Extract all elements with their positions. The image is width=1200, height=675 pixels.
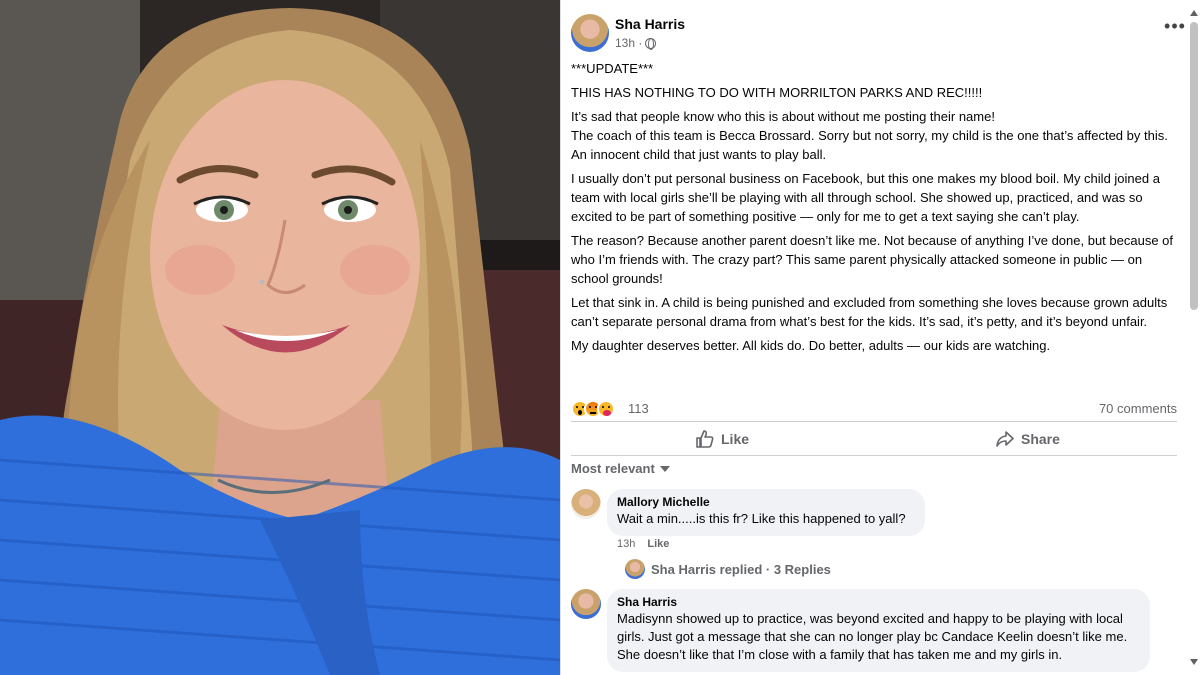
share-icon <box>996 431 1014 447</box>
like-label: Like <box>721 431 750 447</box>
share-button[interactable]: Share <box>995 423 1060 455</box>
comment-bubble: Sha Harris Madisynn showed up to practic… <box>607 589 1150 672</box>
author-avatar[interactable] <box>571 14 609 52</box>
post-paragraph: THIS HAS NOTHING TO DO WITH MORRILTON PA… <box>571 85 983 100</box>
photo-illustration <box>0 0 560 675</box>
globe-icon <box>645 37 657 50</box>
comment-time[interactable]: 13h <box>617 538 635 550</box>
post-paragraph: It’s sad that people know who this is ab… <box>571 109 1168 162</box>
more-options-button[interactable]: ••• <box>1161 17 1189 38</box>
facebook-post: Sha Harris 13h · ••• ***UPDATE*** THIS H… <box>560 0 1200 675</box>
comment-like-button[interactable]: Like <box>647 538 669 550</box>
post-actions: Like Share <box>571 423 1177 455</box>
reactions-bar: 113 70 comments <box>571 399 1177 419</box>
reaction-icons[interactable] <box>571 400 615 418</box>
selfie-photo[interactable] <box>0 0 560 675</box>
scroll-up-arrow-icon[interactable] <box>1190 10 1198 16</box>
comment-text: Wait a min.....is this fr? Like this hap… <box>617 511 906 526</box>
comment: Mallory Michelle Wait a min.....is this … <box>571 489 1177 579</box>
post-paragraph: The reason? Because another parent doesn… <box>571 233 1174 286</box>
reaction-count[interactable]: 113 <box>628 401 649 416</box>
caret-down-icon <box>659 465 670 472</box>
commenter-name[interactable]: Sha Harris <box>617 595 1138 610</box>
post-paragraph: My daughter deserves better. All kids do… <box>571 338 1051 353</box>
commenter-avatar[interactable] <box>571 589 601 619</box>
post-paragraph: I usually don’t put personal business on… <box>571 171 1160 224</box>
post-time[interactable]: 13h · <box>615 36 642 50</box>
scroll-thumb[interactable] <box>1190 22 1198 310</box>
divider <box>571 455 1177 456</box>
post-paragraph: ***UPDATE*** <box>571 61 654 76</box>
share-label: Share <box>1021 431 1060 447</box>
sort-label: Most relevant <box>571 461 655 476</box>
thumbs-up-icon <box>696 430 714 448</box>
comment-text: Madisynn showed up to practice, was beyo… <box>617 611 1128 662</box>
view-replies-link[interactable]: Sha Harris replied · 3 Replies <box>625 559 831 579</box>
divider <box>571 421 1177 422</box>
comment-meta: 13h Like <box>617 538 669 550</box>
like-button[interactable]: Like <box>695 423 749 455</box>
replies-label: Sha Harris replied · 3 Replies <box>651 561 831 577</box>
comment-count[interactable]: 70 comments <box>1099 401 1177 416</box>
comment-sort-dropdown[interactable]: Most relevant <box>571 461 670 476</box>
comment: Sha Harris Madisynn showed up to practic… <box>571 589 1177 675</box>
scroll-down-arrow-icon[interactable] <box>1190 659 1198 665</box>
post-author[interactable]: Sha Harris <box>615 16 685 32</box>
reply-author-avatar <box>625 559 645 579</box>
comment-bubble: Mallory Michelle Wait a min.....is this … <box>607 489 925 536</box>
post-paragraph: Let that sink in. A child is being punis… <box>571 295 1168 329</box>
post-header: Sha Harris 13h · ••• <box>571 14 1185 54</box>
commenter-avatar[interactable] <box>571 489 601 519</box>
commenter-name[interactable]: Mallory Michelle <box>617 495 913 510</box>
post-body: ***UPDATE*** THIS HAS NOTHING TO DO WITH… <box>571 59 1176 360</box>
post-meta: 13h · <box>615 36 657 50</box>
care-icon <box>597 400 615 418</box>
scrollbar[interactable] <box>1190 10 1198 665</box>
